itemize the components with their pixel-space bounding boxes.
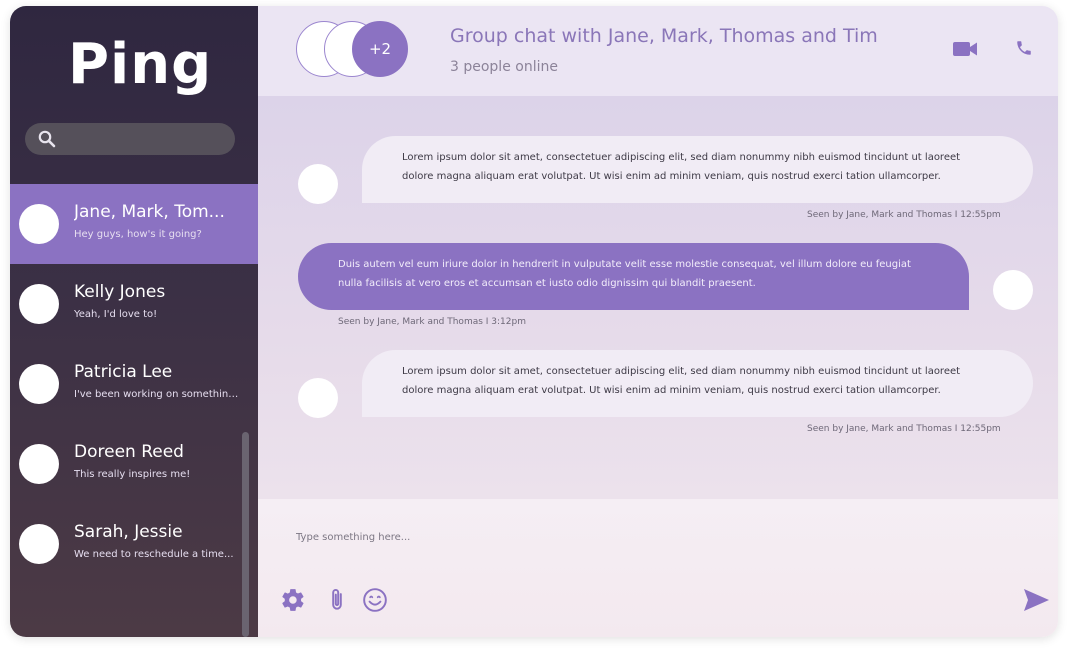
own-avatar [993,270,1033,310]
paperclip-icon[interactable] [324,587,350,613]
conversation-preview: This really inspires me! [74,469,191,480]
seen-receipt: Seen by Jane, Mark and Thomas I 3:12pm [338,317,526,327]
chat-title: Group chat with Jane, Mark, Thomas and T… [450,25,878,47]
seen-receipt: Seen by Jane, Mark and Thomas I 12:55pm [807,210,1001,220]
group-avatars[interactable]: +2 [296,21,416,79]
conversation-name: Doreen Reed [74,442,184,462]
sidebar-scrollbar[interactable] [242,432,249,637]
conversation-list: Jane, Mark, Tom... Hey guys, how's it go… [10,184,258,584]
message-bubble-outgoing: Duis autem vel eum iriure dolor in hendr… [298,243,969,310]
message-bubble-incoming: Lorem ipsum dolor sit amet, consectetuer… [362,136,1033,203]
send-icon[interactable] [1022,587,1050,613]
search-input[interactable] [57,123,235,155]
avatar [19,204,59,244]
avatar [19,524,59,564]
conversation-item-jane-mark-tom[interactable]: Jane, Mark, Tom... Hey guys, how's it go… [10,184,258,264]
avatar [19,444,59,484]
sender-avatar [298,164,338,204]
message-input[interactable] [296,526,896,548]
more-members-badge[interactable]: +2 [352,21,408,77]
online-status: 3 people online [450,59,558,75]
conversation-item-patricia-lee[interactable]: Patricia Lee I've been working on someth… [10,344,258,424]
chat-header: +2 Group chat with Jane, Mark, Thomas an… [258,6,1058,96]
conversation-preview: Hey guys, how's it going? [74,229,202,240]
conversation-preview: I've been working on something... [74,389,242,400]
conversation-item-kelly-jones[interactable]: Kelly Jones Yeah, I'd love to! [10,264,258,344]
sidebar: Ping Jane, Mark, Tom... Hey guys, how's … [10,6,258,637]
avatar [19,284,59,324]
chat-app: Ping Jane, Mark, Tom... Hey guys, how's … [10,6,1058,637]
conversation-item-doreen-reed[interactable]: Doreen Reed This really inspires me! [10,424,258,504]
conversation-name: Sarah, Jessie [74,522,183,542]
message-composer [258,499,1058,637]
conversation-preview: We need to reschedule a time... [74,549,234,560]
conversation-name: Patricia Lee [74,362,173,382]
search-bar[interactable] [25,123,235,155]
conversation-name: Jane, Mark, Tom... [74,202,225,222]
seen-receipt: Seen by Jane, Mark and Thomas I 12:55pm [807,424,1001,434]
avatar [19,364,59,404]
chat-panel: +2 Group chat with Jane, Mark, Thomas an… [258,6,1058,637]
smiley-icon[interactable] [362,587,388,613]
conversation-preview: Yeah, I'd love to! [74,309,158,320]
phone-icon[interactable] [1015,39,1033,57]
sender-avatar [298,378,338,418]
ping-logo: Ping [68,32,213,97]
message-bubble-incoming: Lorem ipsum dolor sit amet, consectetuer… [362,350,1033,417]
conversation-item-sarah-jessie[interactable]: Sarah, Jessie We need to reschedule a ti… [10,504,258,584]
conversation-name: Kelly Jones [74,282,166,302]
message-list: Lorem ipsum dolor sit amet, consectetuer… [258,96,1058,499]
search-icon[interactable] [37,129,57,149]
gear-icon[interactable] [280,587,306,613]
video-camera-icon[interactable] [952,39,978,59]
